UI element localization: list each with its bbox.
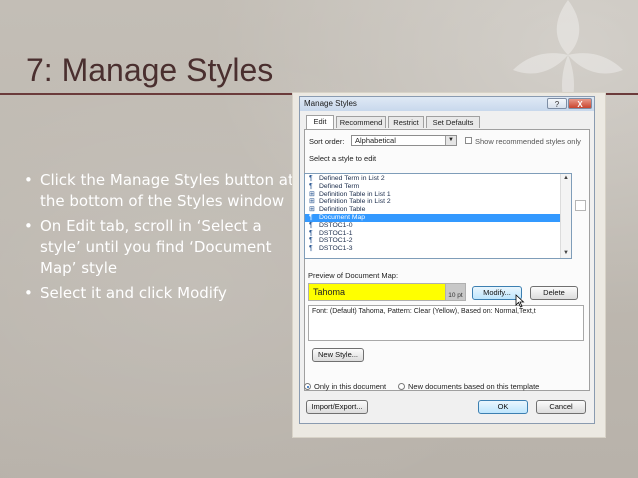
list-item[interactable]: ¶ DSTOC1-2	[305, 237, 571, 245]
new-documents-radio[interactable]	[398, 383, 405, 390]
sort-order-select[interactable]: Alphabetical ▼	[351, 135, 457, 146]
style-name: Definition Table	[319, 206, 366, 214]
scroll-down-icon[interactable]: ▼	[561, 249, 571, 258]
paragraph-style-icon: ¶	[309, 245, 313, 253]
list-item[interactable]: ¶ DSTOC1-0	[305, 222, 571, 230]
paragraph-style-icon: ¶	[309, 221, 313, 229]
bullet-item: Click the Manage Styles button at the bo…	[24, 170, 294, 212]
style-name: Definition Table in List 1	[319, 190, 391, 198]
sort-order-label: Sort order:	[309, 137, 345, 146]
chevron-down-icon: ▼	[445, 136, 456, 145]
show-recommended-checkbox[interactable]	[465, 137, 472, 144]
style-description: Font: (Default) Tahoma, Pattern: Clear (…	[308, 305, 584, 341]
sort-order-value: Alphabetical	[355, 136, 396, 145]
list-item[interactable]: ¶ Defined Term in List 2	[305, 175, 571, 183]
only-this-document-label: Only in this document	[314, 382, 387, 391]
table-style-icon: ⊞	[309, 206, 315, 214]
select-style-label: Select a style to edit	[309, 154, 377, 163]
scroll-up-icon[interactable]: ▲	[561, 174, 571, 183]
tab-restrict[interactable]: Restrict	[388, 116, 424, 128]
help-button[interactable]: ?	[547, 98, 567, 109]
dialog-titlebar[interactable]: Manage Styles ? X	[300, 97, 594, 111]
delete-button[interactable]: Delete	[530, 286, 578, 300]
import-export-button[interactable]: Import/Export...	[306, 400, 368, 414]
ok-button[interactable]: OK	[478, 400, 528, 414]
list-item[interactable]: ⊞ Definition Table in List 2	[305, 198, 571, 206]
bullet-list: Click the Manage Styles button at the bo…	[24, 170, 294, 308]
table-style-icon: ⊞	[309, 198, 315, 206]
list-item[interactable]: ¶ Defined Term	[305, 183, 571, 191]
list-item[interactable]: ⊞ Definition Table	[305, 206, 571, 214]
cancel-button[interactable]: Cancel	[536, 400, 586, 414]
style-name: Document Map	[319, 213, 366, 221]
tab-set-defaults[interactable]: Set Defaults	[426, 116, 480, 128]
bullet-item: On Edit tab, scroll in ‘Select a style’ …	[24, 216, 294, 279]
manage-styles-dialog: Manage Styles ? X Edit Recommend Restric…	[299, 96, 595, 424]
style-name: Defined Term	[319, 182, 360, 190]
list-scrollbar[interactable]: ▲ ▼	[560, 174, 571, 258]
paragraph-style-icon: ¶	[309, 213, 313, 221]
list-item[interactable]: ¶ DSTOC1-3	[305, 245, 571, 253]
font-size-preview: 10 pt	[446, 283, 466, 301]
table-style-icon: ⊞	[309, 190, 315, 198]
bullet-item: Select it and click Modify	[24, 283, 294, 304]
paragraph-style-icon: ¶	[309, 175, 313, 182]
paragraph-style-icon: ¶	[309, 237, 313, 245]
list-item[interactable]: ⊞ Definition Table in List 1	[305, 191, 571, 199]
list-item-selected[interactable]: ¶ Document Map	[305, 213, 571, 222]
dialog-title: Manage Styles	[304, 99, 357, 108]
only-this-document-radio[interactable]	[304, 383, 311, 390]
style-name: DSTOC1-2	[319, 237, 353, 245]
paragraph-style-icon: ¶	[309, 182, 313, 190]
style-name: DSTOC1-1	[319, 229, 353, 237]
style-name: DSTOC1-0	[319, 221, 353, 229]
style-name: Definition Table in List 2	[319, 198, 391, 206]
tab-recommend[interactable]: Recommend	[336, 116, 386, 128]
mouse-pointer-icon	[515, 294, 525, 308]
new-style-button[interactable]: New Style...	[312, 348, 364, 362]
close-button[interactable]: X	[568, 98, 592, 109]
style-name: Defined Term in List 2	[319, 175, 385, 182]
paragraph-style-icon: ¶	[309, 229, 313, 237]
show-recommended-label: Show recommended styles only	[475, 137, 581, 146]
move-style-handle[interactable]	[575, 200, 586, 211]
style-listbox[interactable]: ¶ Defined Term in List 2 ¶ Defined Term ⊞ D…	[304, 173, 572, 259]
slide-title: 7: Manage Styles	[26, 52, 274, 88]
preview-label: Preview of Document Map:	[308, 271, 399, 280]
tab-edit[interactable]: Edit	[306, 115, 334, 129]
new-documents-label: New documents based on this template	[408, 382, 540, 391]
font-preview: Tahoma	[308, 283, 446, 301]
list-item[interactable]: ¶ DSTOC1-1	[305, 230, 571, 238]
style-name: DSTOC1-3	[319, 245, 353, 253]
